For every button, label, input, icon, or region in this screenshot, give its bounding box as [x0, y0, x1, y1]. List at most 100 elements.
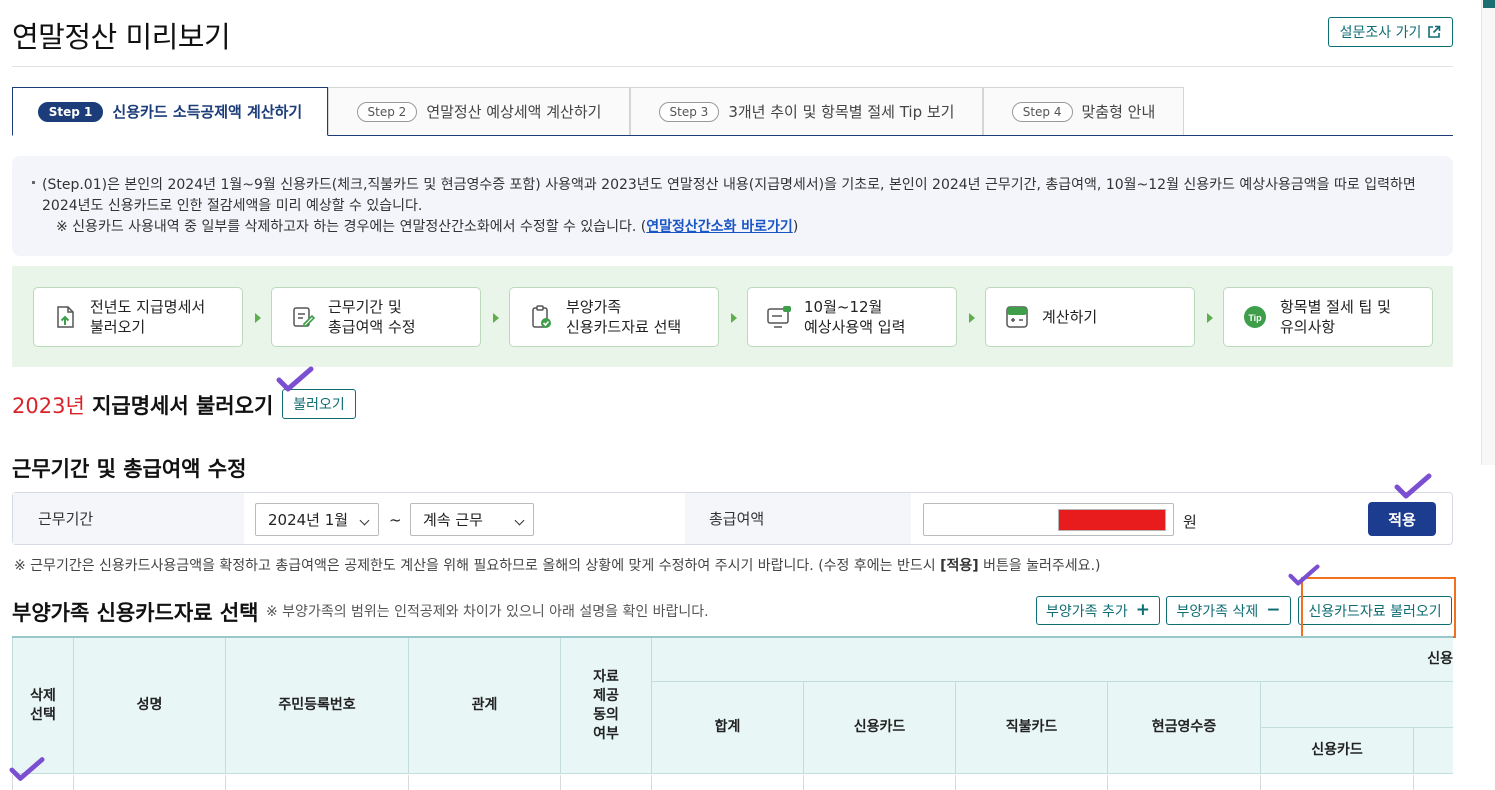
document-upload-icon	[57, 306, 74, 328]
card-input-icon	[767, 306, 791, 328]
table-cell	[956, 775, 1108, 790]
process-step-line: 불러오기	[90, 318, 146, 336]
header-debit-card: 직불카드	[956, 682, 1108, 774]
tab-step-1[interactable]: Step 1 신용카드 소득공제액 계산하기	[12, 87, 328, 136]
section-title-text: 지급명세서 불러오기	[84, 394, 274, 418]
add-dependent-button[interactable]: 부양가족 추가 +	[1036, 596, 1160, 625]
dependents-note: ※ 부양가족의 범위는 인적공제와 차이가 있으니 아래 설명을 확인 바랍니다…	[266, 604, 709, 620]
tab-step-badge: Step 2	[356, 101, 418, 122]
arrow-icon	[255, 313, 261, 323]
clipboard-check-icon	[532, 305, 551, 328]
work-period-label: 근무기간	[13, 493, 244, 544]
header-consent: 자료 제공 동의 여부	[561, 638, 652, 774]
calculator-icon	[1006, 306, 1028, 328]
notice-line-2: 2024년도 신용카드로 인한 절감세액을 미리 예상할 수 있습니다.	[42, 198, 423, 214]
tab-step-4[interactable]: Step 4 맞춤형 안내	[983, 87, 1184, 135]
tab-step-badge: Step 1	[37, 101, 104, 122]
header-card-group: 신용	[652, 638, 1453, 682]
salary-input[interactable]	[923, 503, 1174, 536]
header-delete-select: 삭제 선택	[12, 638, 74, 774]
currency-unit: 원	[1183, 513, 1197, 531]
section-title-dependents: 부양가족 신용카드자료 선택	[12, 601, 259, 625]
table-cell	[1261, 775, 1414, 790]
checkmark-annotation-icon	[276, 366, 314, 392]
tab-step-3[interactable]: Step 3 3개년 추이 및 항목별 절세 Tip 보기	[630, 87, 983, 135]
process-step-line: 예상사용액 입력	[804, 318, 906, 336]
header-subgroup	[1261, 682, 1453, 728]
header-sub-column	[1414, 728, 1453, 774]
header-rrn: 주민등록번호	[226, 638, 409, 774]
notice-line-1: (Step.01)은 본인의 2024년 1월~9월 신용카드(체크,직불카드 …	[42, 177, 1416, 193]
process-steps: 전년도 지급명세서불러오기 근무기간 및 총급여액 수정 부양가족신용카드자료 선…	[12, 266, 1453, 367]
process-step-line: 총급여액 수정	[328, 318, 416, 336]
table-cell	[652, 775, 804, 790]
table-cell	[226, 775, 409, 790]
tab-label: 맞춤형 안내	[1081, 103, 1156, 121]
plus-icon: +	[1135, 600, 1150, 620]
process-step-line: 항목별 절세 팁 및	[1280, 298, 1391, 316]
header-cash-receipt: 현금영수증	[1108, 682, 1261, 774]
arrow-icon	[1207, 313, 1213, 323]
salary-label: 총급여액	[685, 493, 911, 544]
year-label: 2023년	[12, 394, 85, 418]
arrow-icon	[731, 313, 737, 323]
process-step-line: 계산하기	[1042, 308, 1098, 326]
tab-step-badge: Step 4	[1011, 101, 1073, 122]
checkmark-annotation-icon	[1394, 473, 1432, 499]
table-cell	[1108, 775, 1261, 790]
chevron-down-icon	[514, 515, 525, 526]
process-step-expected-usage: 10월~12월예상사용액 입력	[747, 287, 957, 347]
tab-label: 3개년 추이 및 항목별 절세 Tip 보기	[728, 103, 955, 121]
process-step-edit-salary: 근무기간 및 총급여액 수정	[271, 287, 481, 347]
process-step-load-statement: 전년도 지급명세서불러오기	[33, 287, 243, 347]
header-name: 성명	[74, 638, 226, 774]
process-step-calculate: 계산하기	[985, 287, 1195, 347]
load-statement-button[interactable]: 불러오기	[282, 389, 356, 419]
header-credit-card: 신용카드	[804, 682, 956, 774]
process-step-line: 전년도 지급명세서	[90, 298, 206, 316]
notice-line-3: ※ 신용카드 사용내역 중 일부를 삭제하고자 하는 경우에는 연말정산간소화에…	[56, 219, 799, 235]
checkmark-annotation-icon	[1288, 564, 1320, 586]
table-cell	[74, 775, 226, 790]
tab-step-2[interactable]: Step 2 연말정산 예상세액 계산하기	[328, 87, 630, 135]
header-relation: 관계	[409, 638, 561, 774]
side-panel-edge	[1481, 0, 1495, 465]
step-tabs: Step 1 신용카드 소득공제액 계산하기 Step 2 연말정산 예상세액 …	[12, 87, 1453, 136]
work-period-form: 근무기간 2024년 1월 ~ 계속 근무 총급여액 원 적용	[12, 492, 1453, 545]
process-step-line: 신용카드자료 선택	[566, 318, 682, 336]
process-step-select-card-data: 부양가족신용카드자료 선택	[509, 287, 719, 347]
work-period-note: ※ 근무기간은 신용카드사용금액을 확정하고 총급여액은 공제한도 계산을 위해…	[14, 558, 1101, 574]
apply-button[interactable]: 적용	[1368, 502, 1436, 536]
redaction-box	[1058, 509, 1166, 531]
page-title: 연말정산 미리보기	[12, 20, 231, 54]
scrollbar-thumb[interactable]	[1483, 0, 1495, 8]
start-month-select[interactable]: 2024년 1월	[255, 503, 379, 536]
table-cell	[804, 775, 956, 790]
external-link-icon	[1428, 25, 1441, 38]
section-title-work-period: 근무기간 및 총급여액 수정	[12, 457, 247, 481]
remove-dependent-button[interactable]: 부양가족 삭제 −	[1166, 596, 1291, 625]
simplified-service-link[interactable]: 연말정산간소화 바로가기	[646, 219, 793, 235]
process-step-tips: Tip 항목별 절세 팁 및유의사항	[1223, 287, 1433, 347]
range-tilde: ~	[389, 511, 402, 529]
tip-icon: Tip	[1244, 306, 1266, 328]
process-step-line: 10월~12월	[804, 298, 883, 316]
arrow-icon	[969, 313, 975, 323]
tab-step-badge: Step 3	[658, 101, 720, 122]
process-step-line: 유의사항	[1280, 318, 1336, 336]
chevron-down-icon	[359, 515, 370, 526]
edit-document-icon	[293, 307, 316, 327]
highlight-box	[1301, 577, 1456, 638]
section-title-2023: 2023년 지급명세서 불러오기	[12, 390, 273, 420]
survey-button[interactable]: 설문조사 가기	[1328, 17, 1453, 47]
checkmark-annotation-icon	[9, 757, 45, 781]
minus-icon: −	[1266, 600, 1281, 620]
table-cell	[561, 775, 652, 790]
process-step-line: 부양가족	[566, 298, 622, 316]
tab-label: 신용카드 소득공제액 계산하기	[112, 103, 303, 121]
divider	[12, 66, 1453, 67]
end-month-select[interactable]: 계속 근무	[410, 503, 534, 536]
header-sub-credit-card: 신용카드	[1261, 728, 1414, 774]
svg-text:Tip: Tip	[1248, 313, 1262, 323]
arrow-icon	[493, 313, 499, 323]
